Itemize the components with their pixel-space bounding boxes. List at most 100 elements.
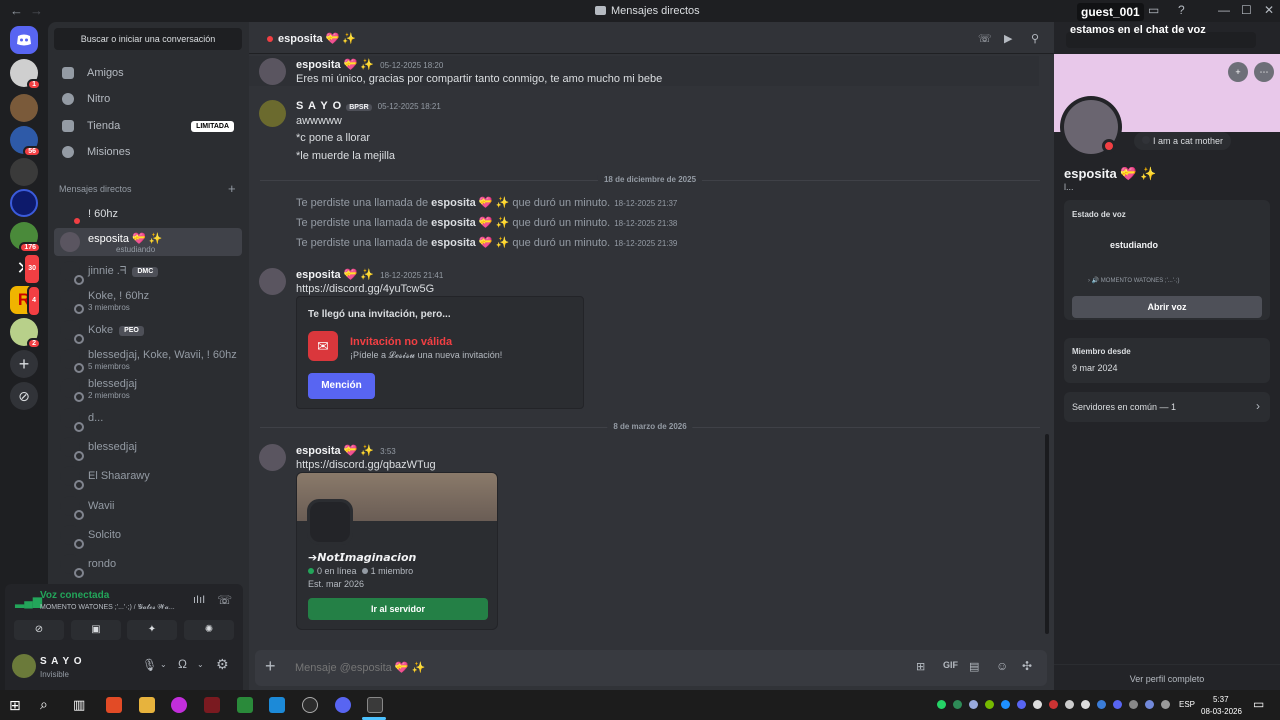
tray-icon[interactable] (1065, 700, 1074, 709)
apps-icon[interactable]: ✣ (1022, 659, 1032, 673)
invite-link[interactable]: https://discord.gg/qbazWTug (296, 459, 436, 471)
inbox-icon[interactable]: ▭ (1148, 3, 1159, 17)
windows-start-icon[interactable]: ⊞ (9, 697, 21, 714)
mention-button[interactable]: Mención (308, 373, 375, 399)
activities-button[interactable]: ✦ (127, 620, 177, 640)
sticker-icon[interactable]: ▤ (969, 660, 979, 673)
avatar[interactable] (259, 268, 286, 295)
dm-item[interactable]: El Shaarawy (54, 462, 242, 490)
dm-item[interactable]: Koke PEO (54, 316, 242, 344)
dm-group[interactable]: blessedjaj, Koke, Wavii, ! 60hz 5 miembro… (54, 345, 242, 373)
message-author[interactable]: esposita 💝 ✨ (296, 445, 374, 457)
tray-icon[interactable] (969, 700, 978, 709)
server-icon[interactable] (10, 189, 38, 217)
avatar[interactable] (12, 654, 36, 678)
notifications-icon[interactable]: ▭ (1253, 697, 1264, 711)
search-conversation-button[interactable]: Buscar o iniciar una conversación (54, 28, 242, 50)
add-friend-icon[interactable]: + (1228, 62, 1248, 82)
tray-icon[interactable] (1049, 700, 1058, 709)
dm-item[interactable]: d... (54, 404, 242, 432)
tray-icon[interactable] (985, 700, 994, 709)
dm-item-active[interactable]: esposita 💝 ✨ estudiando (54, 228, 242, 256)
microphone-icon[interactable]: 🎙 (142, 658, 157, 672)
app-icon[interactable] (204, 697, 220, 713)
clock-time[interactable]: 5:37 (1213, 695, 1229, 704)
emoji-icon[interactable]: ☺ (996, 659, 1008, 673)
app-icon[interactable] (269, 697, 285, 713)
settings-gear-icon[interactable]: ⚙ (216, 656, 229, 673)
dm-group[interactable]: Koke, ! 60hz 3 miembros (54, 286, 242, 314)
camera-off-button[interactable]: ⊘ (14, 620, 64, 640)
dm-item[interactable]: Wavii (54, 492, 242, 520)
server-icon[interactable]: 1 (10, 59, 41, 90)
nav-friends[interactable]: Amigos (54, 60, 242, 86)
forward-arrow-icon[interactable]: → (30, 3, 43, 18)
nav-shop[interactable]: Tienda LIMITADA (54, 113, 242, 139)
attach-plus-icon[interactable]: + (265, 656, 276, 677)
join-server-button[interactable]: Ir al servidor (308, 598, 488, 620)
language-indicator[interactable]: ESP (1179, 700, 1195, 709)
chevron-down-icon[interactable]: ⌄ (160, 660, 167, 669)
message-author[interactable]: esposita 💝 ✨ (296, 269, 374, 281)
tray-icon[interactable] (1017, 700, 1026, 709)
help-icon[interactable]: ? (1178, 3, 1185, 17)
more-options-icon[interactable]: ⋯ (1254, 62, 1274, 82)
create-dm-icon[interactable]: + (228, 181, 236, 196)
dm-item[interactable]: ! 60hz (54, 200, 242, 228)
server-icon[interactable] (10, 94, 38, 122)
invite-link[interactable]: https://discord.gg/4yuTcw5G (296, 283, 434, 295)
call-icon[interactable]: ☏ (978, 32, 992, 45)
voice-channel[interactable]: MOMENTO WATONES ;'...'·;) / 𝓖𝓪𝓽𝓸𝓼 𝓦𝓪... (40, 604, 185, 612)
dm-group[interactable]: blessedjaj 2 miembros (54, 374, 242, 402)
server-icon[interactable]: R4 (10, 285, 41, 317)
back-arrow-icon[interactable]: ← (10, 3, 23, 18)
headphones-icon[interactable]: Ω (178, 657, 187, 671)
soundboard-button[interactable]: ✺ (184, 620, 234, 640)
tray-icon[interactable] (1161, 700, 1170, 709)
avatar[interactable] (259, 100, 286, 127)
message-input[interactable] (295, 658, 855, 678)
app-icon[interactable] (237, 697, 253, 713)
file-explorer-icon[interactable] (139, 697, 155, 713)
brave-browser-icon[interactable] (106, 697, 122, 713)
nav-quests[interactable]: Misiones (54, 139, 242, 165)
tray-icon[interactable] (953, 700, 962, 709)
open-voice-button[interactable]: Abrir voz (1072, 296, 1262, 318)
discord-home-icon[interactable] (10, 26, 38, 54)
server-icon[interactable]: 176 (10, 222, 41, 253)
add-server-icon[interactable]: + (10, 350, 38, 378)
dm-item[interactable]: blessedjaj (54, 433, 242, 461)
search-icon[interactable]: ⌕ (40, 696, 48, 713)
pin-icon[interactable]: ⚲ (1031, 32, 1043, 45)
app-icon[interactable] (302, 697, 318, 713)
whatsapp-tray-icon[interactable] (937, 700, 946, 709)
tray-icon[interactable] (1145, 700, 1154, 709)
avatar[interactable] (259, 444, 286, 471)
dm-item[interactable]: rondo (54, 550, 242, 578)
gift-icon[interactable]: ⊞ (916, 660, 925, 673)
message-author[interactable]: S A Y O (296, 100, 342, 112)
discord-taskbar-icon[interactable] (335, 697, 351, 713)
message-author[interactable]: esposita 💝 ✨ (296, 59, 374, 71)
screen-share-button[interactable]: ▣ (71, 620, 121, 640)
close-icon[interactable]: ✕ (1264, 3, 1274, 17)
common-servers[interactable]: Servidores en común — 1 › (1064, 392, 1270, 422)
app-icon[interactable] (171, 697, 187, 713)
server-icon[interactable]: 56 (10, 126, 41, 157)
scrollbar[interactable] (1045, 434, 1049, 634)
tray-icon[interactable] (1129, 700, 1138, 709)
tray-icon[interactable] (1097, 700, 1106, 709)
clock-date[interactable]: 08-03-2026 (1201, 707, 1242, 716)
tray-icon[interactable] (1001, 700, 1010, 709)
task-view-icon[interactable]: ▥ (73, 697, 85, 713)
nav-nitro[interactable]: Nitro (54, 86, 242, 112)
dm-item[interactable]: jinnie .ᖷ DMC (54, 257, 242, 285)
maximize-icon[interactable]: ☐ (1241, 3, 1252, 17)
server-icon[interactable]: 2 (10, 318, 41, 349)
tray-icon[interactable] (1033, 700, 1042, 709)
video-call-icon[interactable]: ▶ (1004, 32, 1016, 45)
discover-icon[interactable]: ⊘ (10, 382, 38, 410)
dm-item[interactable]: Solcito (54, 521, 242, 549)
server-icon[interactable] (10, 158, 38, 186)
tray-icon[interactable] (1081, 700, 1090, 709)
